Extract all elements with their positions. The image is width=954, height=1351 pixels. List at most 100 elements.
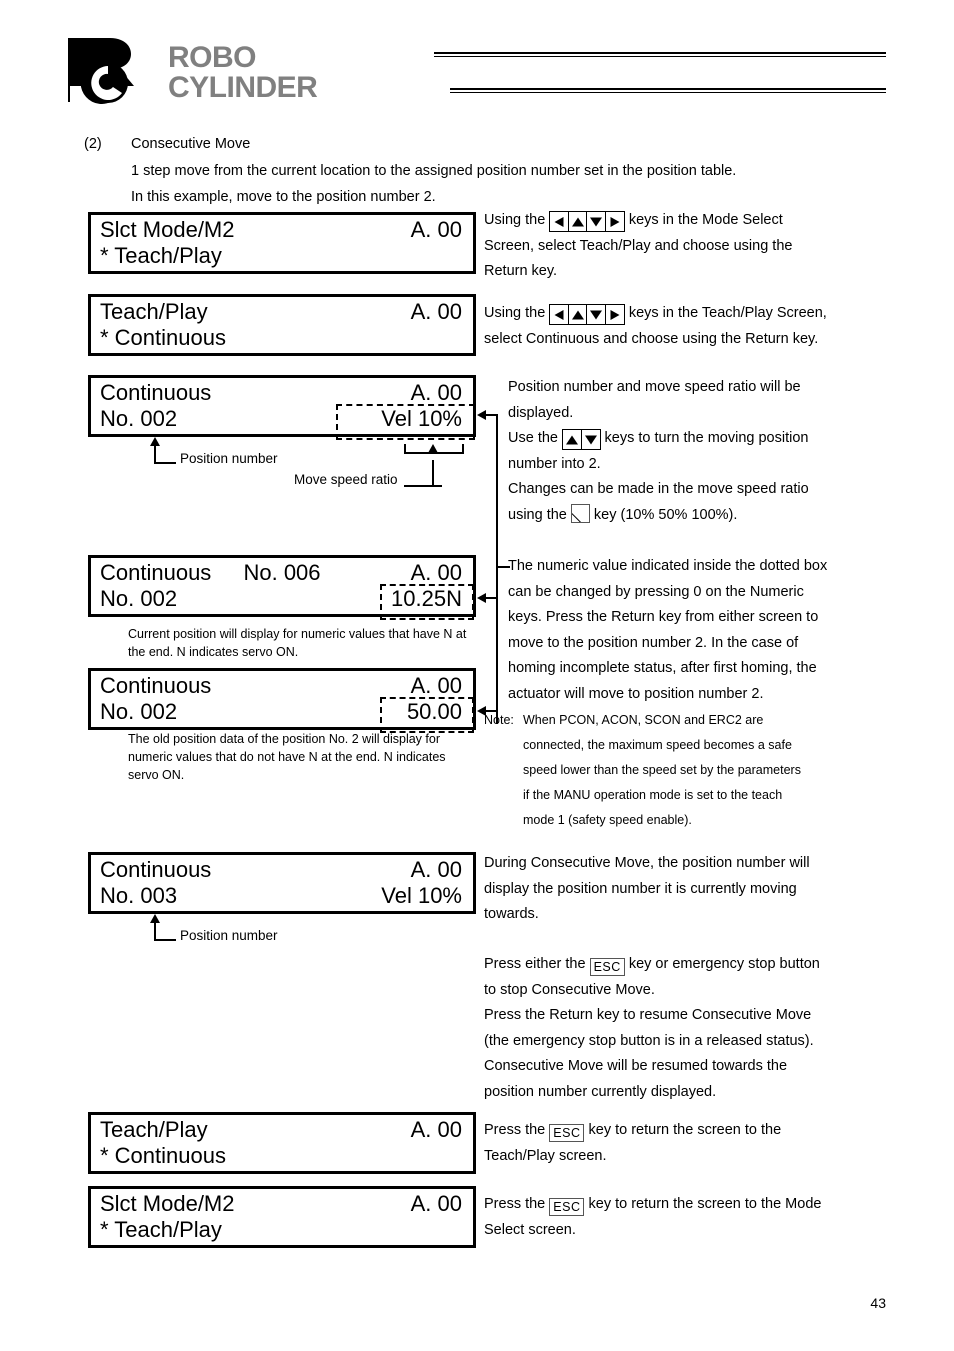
section-line-1: 1 step move from the current location to…: [131, 163, 737, 179]
callout-line-vertical: [432, 460, 434, 486]
lcd-screen-slct-mode-top: Slct Mode/M2 A. 00 * Teach/Play: [88, 212, 476, 274]
desc4-line-6: actuator will move to position number 2.: [508, 685, 764, 702]
description-numeric-change: The numeric value indicated inside the d…: [508, 554, 898, 707]
callout-line-horizontal: [404, 485, 442, 487]
note-label: Note:: [484, 713, 514, 727]
logo-text-cylinder: CYLINDER: [168, 71, 318, 104]
desc4-line-4: move to the position number 2. In the ca…: [508, 634, 799, 651]
lcd-line2-left: * Teach/Play: [100, 1217, 222, 1242]
callout-line-vertical: [462, 444, 464, 454]
desc3-line-3a: Use the: [508, 430, 558, 446]
desc3-line-2: displayed.: [508, 404, 574, 421]
highlight-box-force: [380, 584, 474, 620]
desc4-line-1: The numeric value indicated inside the d…: [508, 558, 828, 574]
callout-line-horizontal: [154, 939, 176, 941]
desc5-line-1: During Consecutive Move, the position nu…: [484, 855, 810, 871]
desc4-line-2: can be changed by pressing 0 on the Nume…: [508, 583, 804, 600]
bracket-spine: [496, 414, 498, 724]
desc5-line-3: towards.: [484, 906, 539, 922]
callout-position-number-2: Position number: [180, 928, 278, 943]
arrow-key-group-2: [549, 304, 625, 325]
note-line-1: When PCON, ACON, SCON and ERC2 are: [523, 713, 764, 727]
note-line-3: speed lower than the speed set by the pa…: [523, 763, 801, 777]
rc-monogram-logo-icon: [66, 36, 166, 104]
desc2-part-a: Using the: [484, 305, 546, 321]
description-stop-resume: Press either the ESC key or emergency st…: [484, 952, 884, 1105]
lcd-line2-left: No. 002: [100, 406, 178, 431]
highlight-box-pos: [380, 697, 474, 733]
desc4-line-5: homing incomplete status, after first ho…: [508, 660, 817, 676]
callout-line-vertical: [154, 444, 156, 464]
lcd-line2-left: No. 002: [100, 586, 178, 611]
lcd-line2-left: * Continuous: [100, 1143, 226, 1168]
desc3-line-5: Changes can be made in the move speed ra…: [508, 481, 809, 497]
section-line-2: In this example, move to the position nu…: [131, 189, 436, 205]
callout-line-vertical: [404, 444, 406, 454]
left-arrow-key-icon: [549, 211, 570, 232]
lcd-screen-teach-play-top: Teach/Play A. 00 * Continuous: [88, 294, 476, 356]
desc3-line-1: Position number and move speed ratio wil…: [508, 379, 801, 395]
description-mode-select: Using the keys in the Mode Select Screen…: [484, 208, 884, 285]
lcd-screen-slct-mode-bottom: Slct Mode/M2 A. 00 * Teach/Play: [88, 1186, 476, 1248]
description-during-move: During Consecutive Move, the position nu…: [484, 851, 884, 928]
callout-position-number-1: Position number: [180, 451, 278, 466]
note-line-5: mode 1 (safety speed enable).: [523, 813, 692, 827]
desc3-line-6b: key (10% 50% 100%).: [593, 506, 738, 523]
description-return-teach-play: Press the ESC key to return the screen t…: [484, 1118, 884, 1169]
lcd-line2-left: No. 002: [100, 699, 178, 724]
left-arrow-key-icon: [549, 304, 570, 325]
esc-key-icon: ESC: [549, 1198, 585, 1216]
bracket-arrow-1: [477, 410, 486, 420]
callout-note-pos: The old position data of the position No…: [128, 732, 446, 782]
highlight-box-vel: [336, 404, 475, 440]
lcd-line2-left: * Continuous: [100, 325, 226, 350]
arrow-key-group-1: [549, 211, 625, 232]
right-arrow-key-icon: [604, 304, 625, 325]
bracket-branch-2: [486, 597, 498, 599]
arrow-key-group-3: [562, 429, 601, 450]
lcd-screen-teach-play-bottom: Teach/Play A. 00 * Continuous: [88, 1112, 476, 1174]
desc8-line-2: Select screen.: [484, 1221, 576, 1238]
desc5-line-2: display the position number it is curren…: [484, 880, 797, 897]
down-arrow-key-icon: [586, 211, 607, 232]
section-title: Consecutive Move: [131, 136, 251, 152]
lcd-line2-left: * Teach/Play: [100, 243, 222, 268]
logo-text-robo: ROBO: [168, 41, 257, 74]
note-line-2: connected, the maximum speed becomes a s…: [523, 738, 792, 752]
callout-arrow-up: [150, 437, 160, 446]
desc6-line-4: (the emergency stop button is in a relea…: [484, 1032, 814, 1049]
up-arrow-key-icon: [567, 304, 588, 325]
desc1-part-b: keys in the Mode Select: [628, 212, 783, 228]
callout-arrow-up: [428, 444, 438, 453]
callout-line-horizontal: [154, 462, 176, 464]
desc7-line-1b: key to return the screen to the: [588, 1122, 782, 1138]
down-arrow-key-icon: [580, 429, 601, 450]
desc6-line-1a: Press either the: [484, 956, 586, 972]
callout-line-vertical: [154, 921, 156, 941]
lcd-line2-right: Vel 10%: [381, 883, 462, 908]
desc3-line-4: number into 2.: [508, 455, 601, 472]
desc1-part-d: Return key.: [484, 263, 558, 279]
desc1-part-a: Using the: [484, 212, 546, 228]
desc8-line-1b: key to return the screen to the Mode: [588, 1196, 822, 1212]
desc3-line-6a: using the: [508, 506, 567, 523]
section-number: (2): [84, 136, 102, 152]
esc-key-icon: ESC: [589, 958, 625, 976]
percent-key-icon: [570, 503, 590, 523]
desc6-line-2: to stop Consecutive Move.: [484, 981, 655, 998]
note-line-4: if the MANU operation mode is set to the…: [523, 788, 783, 802]
up-arrow-key-icon: [567, 211, 588, 232]
description-teach-play: Using the keys in the Teach/Play Screen,…: [484, 301, 894, 352]
right-arrow-key-icon: [604, 211, 625, 232]
page-header: ROBO CYLINDER: [0, 0, 954, 118]
desc3-line-3b: keys to turn the moving position: [604, 430, 809, 446]
desc6-line-1b: key or emergency stop button: [628, 956, 820, 972]
note-body: When PCON, ACON, SCON and ERC2 are conne…: [523, 708, 903, 833]
description-position-speed: Position number and move speed ratio wil…: [508, 375, 898, 528]
callout-arrow-up: [150, 914, 160, 923]
up-arrow-key-icon: [562, 429, 583, 450]
desc8-line-1a: Press the: [484, 1196, 546, 1212]
desc6-line-5: Consecutive Move will be resumed towards…: [484, 1058, 788, 1074]
desc4-line-3: keys. Press the Return key from either s…: [508, 609, 819, 625]
esc-key-icon: ESC: [549, 1124, 585, 1142]
